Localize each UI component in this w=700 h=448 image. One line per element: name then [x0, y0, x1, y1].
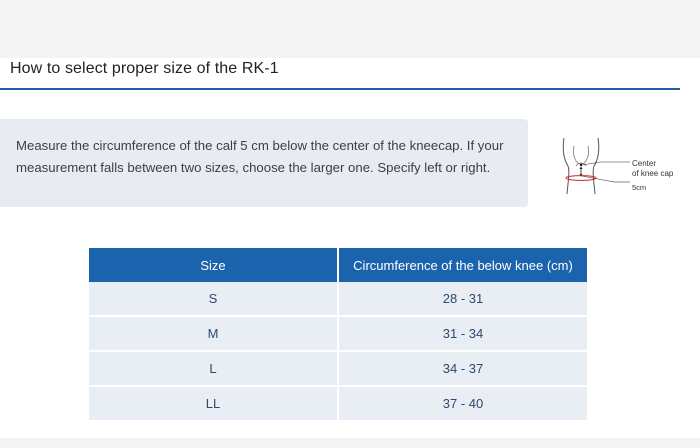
title-divider [0, 88, 680, 90]
knee-measurement-diagram-icon: Center of knee cap 5cm [562, 137, 674, 195]
column-header-size: Size [89, 248, 339, 282]
table-row: S 28 - 31 [89, 282, 587, 317]
instructions-line-2: measurement falls between two sizes, cho… [16, 160, 491, 175]
size-cell: LL [89, 386, 339, 422]
table-row: L 34 - 37 [89, 351, 587, 387]
instructions-line-1: Measure the circumference of the calf 5 … [16, 138, 504, 153]
size-cell: M [89, 316, 339, 352]
table-header-row: Size Circumference of the below knee (cm… [89, 248, 587, 282]
diagram-label-kneecap: of knee cap [632, 169, 674, 178]
size-cell: S [89, 282, 339, 317]
size-cell: L [89, 351, 339, 387]
range-cell: 31 - 34 [338, 316, 587, 352]
range-cell: 34 - 37 [338, 351, 587, 387]
diagram-label-center: Center [632, 159, 656, 168]
page-title: How to select proper size of the RK-1 [10, 60, 279, 77]
range-cell: 28 - 31 [338, 282, 587, 317]
range-cell: 37 - 40 [338, 386, 587, 422]
column-header-circumference: Circumference of the below knee (cm) [338, 248, 587, 282]
instructions-text: Measure the circumference of the calf 5 … [16, 135, 516, 179]
diagram-label-distance: 5cm [632, 183, 646, 192]
table-row: M 31 - 34 [89, 316, 587, 352]
size-chart-table: Size Circumference of the below knee (cm… [89, 248, 587, 422]
table-row: LL 37 - 40 [89, 386, 587, 422]
